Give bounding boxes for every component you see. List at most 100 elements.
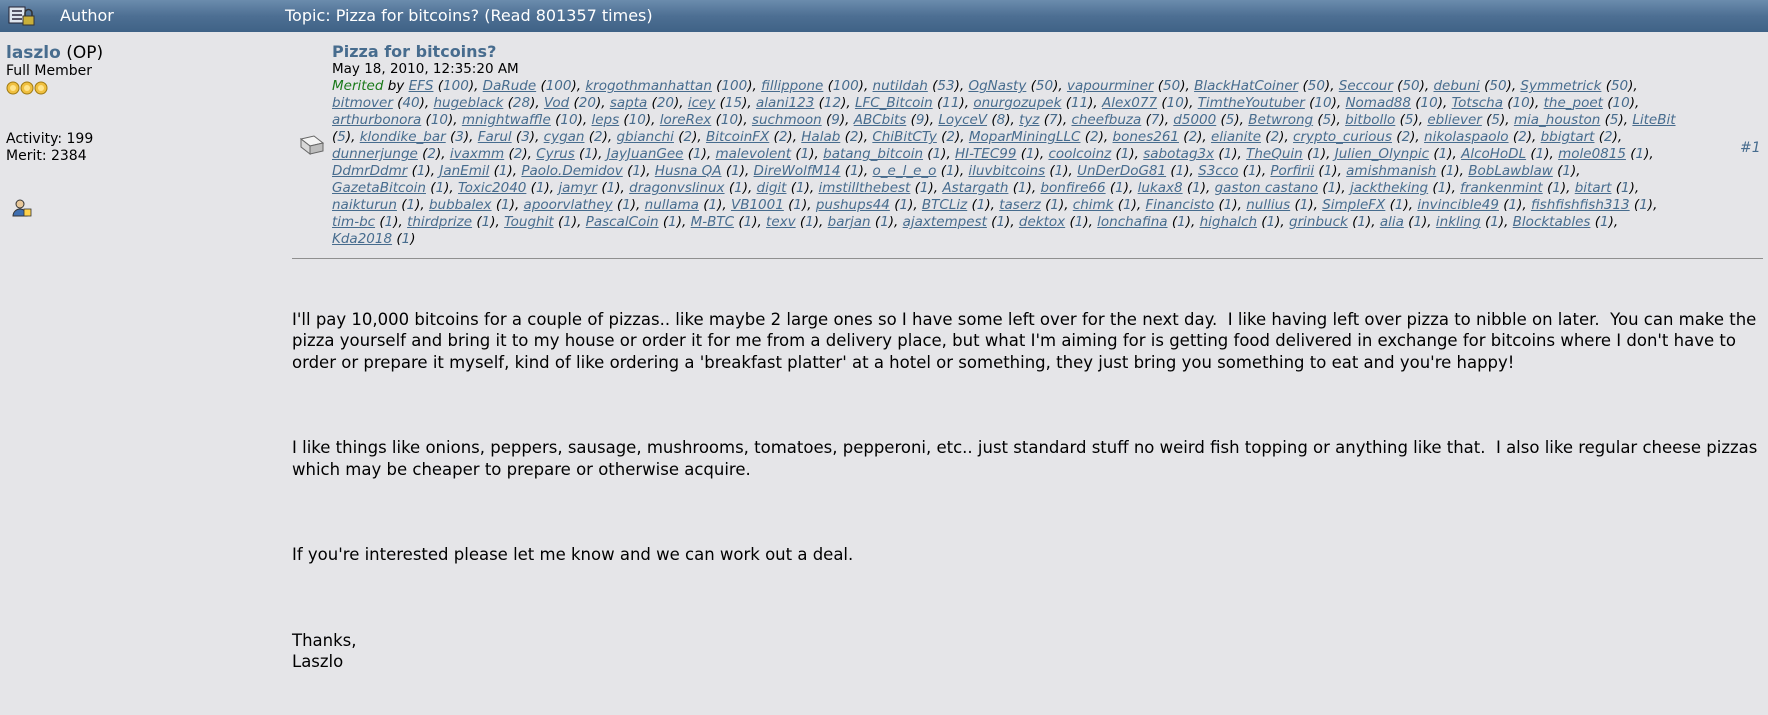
merit-user-link[interactable]: lonchafina [1097,214,1167,230]
merit-user-link[interactable]: GazetaBitcoin [332,180,426,196]
merit-user-link[interactable]: crypto_curious [1293,129,1392,145]
merit-user-link[interactable]: Betwrong [1248,112,1313,128]
merit-user-link[interactable]: sapta [610,95,647,111]
merit-user-link[interactable]: imstillthebest [819,180,911,196]
merit-user-link[interactable]: DdmrDdmr [332,163,407,179]
merit-user-link[interactable]: MoparMiningLLC [969,129,1081,145]
merit-user-link[interactable]: Symmetrick [1520,78,1601,94]
merit-user-link[interactable]: mia_houston [1514,112,1600,128]
merit-user-link[interactable]: nutildah [873,78,928,94]
merit-user-link[interactable]: chimk [1073,197,1114,213]
merit-user-link[interactable]: Toxic2040 [458,180,526,196]
merit-user-link[interactable]: alani123 [756,95,814,111]
merit-user-link[interactable]: S3cco [1198,163,1238,179]
merit-user-link[interactable]: SimpleFX [1322,197,1385,213]
merit-user-link[interactable]: LFC_Bitcoin [855,95,933,111]
merit-user-link[interactable]: tim-bc [332,214,375,230]
merit-user-link[interactable]: invincible49 [1417,197,1499,213]
merit-user-link[interactable]: dektox [1019,214,1065,230]
merit-user-link[interactable]: Astargath [942,180,1008,196]
merit-user-link[interactable]: batang_bitcoin [823,146,923,162]
merit-user-link[interactable]: apoorvlathey [524,197,613,213]
merit-user-link[interactable]: bbigtart [1541,129,1595,145]
merit-user-link[interactable]: gaston castano [1215,180,1318,196]
merit-user-link[interactable]: Paolo.Demidov [521,163,622,179]
merit-user-link[interactable]: M-BTC [691,214,734,230]
merit-user-link[interactable]: bubbalex [429,197,492,213]
profile-icon[interactable] [12,198,32,218]
merit-user-link[interactable]: d5000 [1173,112,1216,128]
merit-user-link[interactable]: Cyrus [536,146,575,162]
merit-user-link[interactable]: loreRex [660,112,712,128]
merit-user-link[interactable]: ivaxmm [450,146,504,162]
merit-user-link[interactable]: ABCbits [854,112,907,128]
merit-user-link[interactable]: tyz [1019,112,1039,128]
merit-user-link[interactable]: Totscha [1452,95,1503,111]
merit-user-link[interactable]: bonfire66 [1040,180,1105,196]
merit-user-link[interactable]: HI-TEC99 [955,146,1016,162]
merit-user-link[interactable]: Financisto [1146,197,1215,213]
merit-user-link[interactable]: Seccour [1339,78,1393,94]
merit-user-link[interactable]: Husna QA [655,163,722,179]
merit-user-link[interactable]: DireWolfM14 [754,163,841,179]
merit-user-link[interactable]: mole0815 [1558,146,1626,162]
merit-user-link[interactable]: krogothmanhattan [585,78,712,94]
merit-user-link[interactable]: elianite [1211,129,1261,145]
merit-user-link[interactable]: sabotag3x [1143,146,1214,162]
merit-user-link[interactable]: LoyceV [938,112,987,128]
merit-user-link[interactable]: gbianchi [616,129,673,145]
merit-user-link[interactable]: BobLawblaw [1468,163,1553,179]
merit-user-link[interactable]: BlackHatCoiner [1194,78,1298,94]
merit-user-link[interactable]: DaRude [483,78,536,94]
merit-user-link[interactable]: AlcoHoDL [1461,146,1526,162]
merit-user-link[interactable]: JanEmil [439,163,489,179]
merit-user-link[interactable]: klondike_bar [360,129,446,145]
merit-user-link[interactable]: grinbuck [1289,214,1348,230]
merit-user-link[interactable]: PascalCoin [586,214,659,230]
post-number-link[interactable]: #1 [1740,140,1761,156]
merit-user-link[interactable]: Toughit [504,214,554,230]
merit-user-link[interactable]: Nomad88 [1345,95,1411,111]
merit-user-link[interactable]: Julien_Olynpic [1335,146,1429,162]
merit-user-link[interactable]: Blocktables [1513,214,1591,230]
merit-user-link[interactable]: cheefbuza [1071,112,1141,128]
merit-user-link[interactable]: taserz [999,197,1041,213]
merit-user-link[interactable]: ajaxtempest [903,214,987,230]
merit-user-link[interactable]: icey [688,95,715,111]
merit-user-link[interactable]: leps [591,112,619,128]
merit-user-link[interactable]: o_e_l_e_o [873,163,937,179]
merit-user-link[interactable]: UnDerDoG81 [1077,163,1166,179]
merit-user-link[interactable]: jacktheking [1350,180,1428,196]
merit-user-link[interactable]: dunnerjunge [332,146,418,162]
merit-user-link[interactable]: fishfishfish313 [1531,197,1630,213]
merit-user-link[interactable]: Halab [801,129,840,145]
merit-user-link[interactable]: inkling [1436,214,1481,230]
merit-user-link[interactable]: bitbollo [1345,112,1395,128]
merit-user-link[interactable]: BitcoinFX [706,129,769,145]
merit-user-link[interactable]: lukax8 [1138,180,1183,196]
merit-user-link[interactable]: frankenmint [1460,180,1543,196]
merit-user-link[interactable]: barjan [828,214,871,230]
merit-user-link[interactable]: suchmoon [752,112,822,128]
merit-user-link[interactable]: BTCLiz [922,197,967,213]
merit-user-link[interactable]: nullius [1246,197,1290,213]
merit-user-link[interactable]: Farul [478,129,512,145]
post-title-link[interactable]: Pizza for bitcoins? [332,42,496,61]
merit-user-link[interactable]: Porfirii [1270,163,1314,179]
merit-user-link[interactable]: TheQuin [1246,146,1303,162]
merit-user-link[interactable]: nullama [645,197,699,213]
merit-user-link[interactable]: Vod [544,95,569,111]
merit-user-link[interactable]: texv [766,214,796,230]
merit-user-link[interactable]: pushups44 [816,197,890,213]
merit-user-link[interactable]: jamyr [558,180,597,196]
merit-user-link[interactable]: arthurbonora [332,112,421,128]
merit-user-link[interactable]: Kda2018 [332,231,392,247]
merit-user-link[interactable]: thirdprize [407,214,472,230]
merit-user-link[interactable]: JayJuanGee [607,146,684,162]
merit-user-link[interactable]: cygan [544,129,585,145]
merit-user-link[interactable]: TimtheYoutuber [1198,95,1305,111]
merit-user-link[interactable]: coolcoinz [1048,146,1111,162]
merit-user-link[interactable]: malevolent [715,146,791,162]
merit-user-link[interactable]: iluvbitcoins [968,163,1045,179]
merit-user-link[interactable]: digit [757,180,787,196]
